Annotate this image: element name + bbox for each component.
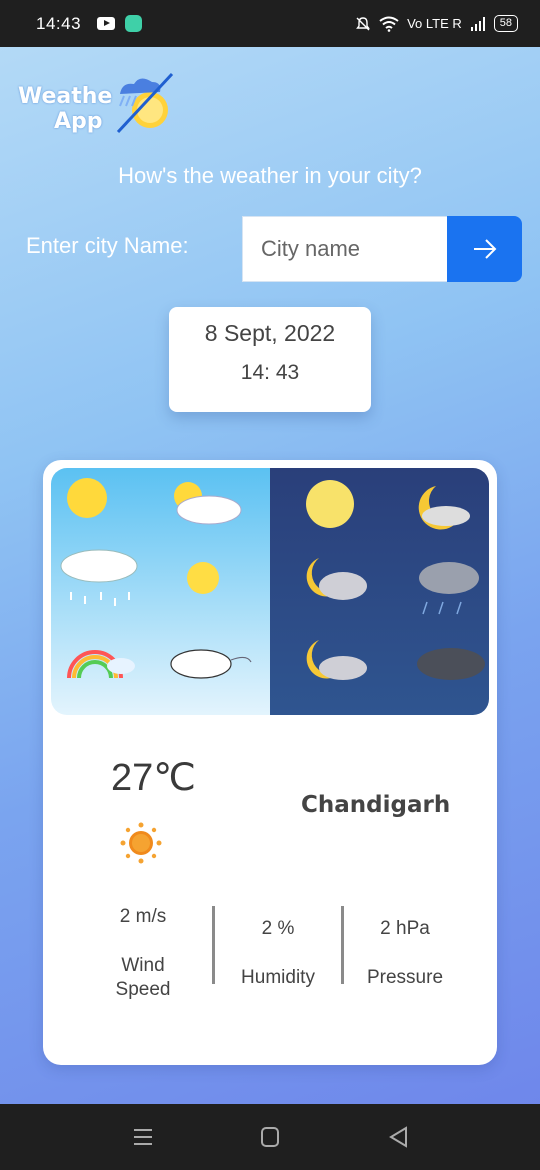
humidity-value: 2 % xyxy=(261,918,295,939)
sun-icon xyxy=(120,822,162,864)
youtube-icon xyxy=(97,17,116,30)
stat-divider xyxy=(212,906,215,984)
signal-icon xyxy=(470,16,485,31)
wind-speed-stat: 2 m/s Wind Speed xyxy=(95,906,191,1002)
message-icon xyxy=(125,15,143,32)
weather-card: 27℃ Chandigarh 2 m/s Wind Speed 2 % Humi… xyxy=(43,460,497,1065)
city-name: Chandigarh xyxy=(301,792,451,818)
current-date: 8 Sept, 2022 xyxy=(204,320,336,346)
humidity-stat: 2 % Humidity xyxy=(223,918,333,990)
battery-icon: 58 xyxy=(493,15,518,32)
page-tagline: How's the weather in your city? xyxy=(118,163,422,188)
logo-text-line2: App xyxy=(54,109,103,134)
app-logo: Weathe App xyxy=(18,68,178,140)
weather-banner-image xyxy=(51,468,489,715)
status-bar: 14:43 Vo LTE R 58 xyxy=(0,0,540,47)
system-nav-bar xyxy=(0,1104,540,1170)
wifi-icon xyxy=(379,16,399,32)
wind-speed-label-line2: Speed xyxy=(115,979,171,1000)
pressure-label: Pressure xyxy=(366,967,444,988)
arrow-right-icon xyxy=(473,239,496,259)
status-bar-left: 14:43 xyxy=(36,13,143,34)
recent-apps-icon[interactable] xyxy=(130,1124,156,1150)
city-search-input[interactable] xyxy=(242,216,448,282)
date-time-card: 8 Sept, 2022 14: 43 xyxy=(169,307,371,412)
back-icon[interactable] xyxy=(386,1124,412,1150)
stat-divider xyxy=(341,906,344,984)
logo-text-line1: Weathe xyxy=(18,84,113,109)
network-type: Vo LTE R xyxy=(407,16,462,31)
wind-speed-label-line1: Wind xyxy=(121,955,165,976)
city-input-label: Enter city Name: xyxy=(26,233,189,258)
status-bar-right: Vo LTE R 58 xyxy=(355,15,518,32)
pressure-stat: 2 hPa Pressure xyxy=(353,918,457,990)
wind-speed-value: 2 m/s xyxy=(119,906,167,927)
humidity-label: Humidity xyxy=(241,967,315,988)
mute-icon xyxy=(356,16,370,30)
home-icon[interactable] xyxy=(257,1124,283,1150)
weather-logo-icon xyxy=(116,72,174,134)
search-submit-button[interactable] xyxy=(447,216,522,282)
pressure-value: 2 hPa xyxy=(380,918,430,939)
temperature-value: 27℃ xyxy=(111,757,196,799)
current-time: 14: 43 xyxy=(240,361,300,384)
status-time: 14:43 xyxy=(36,13,82,33)
